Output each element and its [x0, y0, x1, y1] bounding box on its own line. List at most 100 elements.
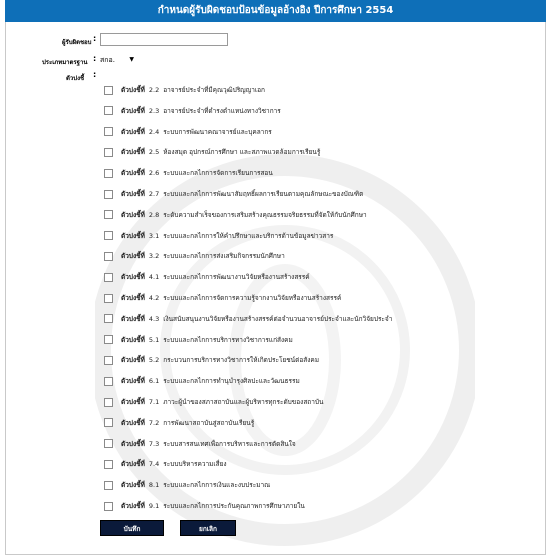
- page-title: กำหนดผู้รับผิดชอบป้อนข้อมูลอ้างอิง ปีการ…: [5, 0, 546, 22]
- indicator-code: 2.8: [148, 210, 160, 219]
- indicator-text: ระบบและกลไกการให้คำปรึกษาและบริการด้านข้…: [163, 231, 334, 240]
- indicator-prefix: ตัวบ่งชี้ที่: [121, 127, 145, 136]
- indicator-prefix: ตัวบ่งชี้ที่: [121, 106, 145, 115]
- indicator-checkbox[interactable]: [104, 293, 113, 303]
- indicator-row[interactable]: ตัวบ่งชี้ที่ 2.6 ระบบและกลไกการจัดการเรียน…: [104, 167, 273, 179]
- indicator-row[interactable]: ตัวบ่งชี้ที่ 7.1 ภาวะผู้นำของสภาสถาบันและผ…: [104, 396, 323, 408]
- indicator-text: ระบบและกลไกการจัดการเรียนการสอน: [163, 169, 273, 178]
- indicator-text: ห้องสมุด อุปกรณ์การศึกษา และสภาพแวดล้อมก…: [163, 148, 321, 157]
- indicator-code: 6.1: [148, 377, 160, 386]
- indicator-checkbox[interactable]: [104, 251, 113, 261]
- standard-colon: :: [93, 54, 97, 63]
- indicator-checkbox[interactable]: [104, 272, 113, 282]
- indicator-checkbox[interactable]: [104, 85, 113, 95]
- indicator-prefix: ตัวบ่งชี้ที่: [121, 86, 145, 94]
- indicator-checkbox[interactable]: [104, 376, 113, 386]
- indicator-checkbox[interactable]: [104, 231, 113, 241]
- indicator-checkbox[interactable]: [104, 106, 113, 116]
- save-button[interactable]: บันทึก: [100, 520, 164, 536]
- indicator-text: ระบบและกลไกการจัดการความรู้จากงานวิจัยหร…: [163, 294, 342, 302]
- indicator-code: 2.3: [148, 106, 160, 115]
- indicator-row[interactable]: ตัวบ่งชี้ที่ 8.1 ระบบและกลไกการเงินและงบปร…: [104, 479, 270, 491]
- indicator-text: ระบบและกลไกการเงินและงบประมาณ: [163, 481, 271, 490]
- user-colon: :: [93, 34, 97, 43]
- indicator-row[interactable]: ตัวบ่งชี้ที่ 2.3 อาจารย์ประจำที่ดำรงตำแหน่…: [104, 105, 281, 117]
- standard-select[interactable]: สกอ. ▼: [100, 54, 134, 66]
- indicator-code: 7.2: [148, 418, 160, 427]
- indicator-label: ตัวบ่งชี้ที่ 4.1 ระบบและกลไกการพัฒนางานวิจ…: [121, 272, 310, 282]
- indicator-code: 4.2: [148, 294, 160, 302]
- cancel-button[interactable]: ยกเลิก: [180, 520, 236, 536]
- indicator-prefix: ตัวบ่งชี้ที่: [121, 294, 145, 302]
- indicator-checkbox[interactable]: [104, 397, 113, 407]
- indicator-checkbox[interactable]: [104, 459, 113, 469]
- indicator-label: ตัวบ่งชี้ที่ 8.1 ระบบและกลไกการเงินและงบปร…: [121, 480, 270, 490]
- indicator-row[interactable]: ตัวบ่งชี้ที่ 6.1 ระบบและกลไกการทำนุบำรุงศิ…: [104, 375, 300, 387]
- indicator-text: อาจารย์ประจำที่ดำรงตำแหน่งทางวิชาการ: [163, 106, 281, 115]
- indicator-label: ตัวบ่งชี้ที่ 5.2 กระบวนการบริการทางวิชาการ…: [121, 355, 319, 365]
- indicator-text: ระบบและกลไกการพัฒนาสัมฤทธิ์ผลการเรียนตาม…: [163, 190, 364, 198]
- indicator-text: ระบบและกลไกการบริการทางวิชาการแก่สังคม: [163, 335, 293, 344]
- standard-label: ประเภทมาตรฐาน: [42, 59, 88, 66]
- indicator-row[interactable]: ตัวบ่งชี้ที่ 4.1 ระบบและกลไกการพัฒนางานวิจ…: [104, 271, 310, 283]
- indicator-checkbox[interactable]: [104, 335, 113, 345]
- indicator-code: 4.1: [148, 273, 160, 282]
- indicator-row[interactable]: ตัวบ่งชี้ที่ 7.2 การพัฒนาสถาบันสู่สถาบันเร…: [104, 417, 254, 429]
- indicator-checkbox[interactable]: [104, 314, 113, 324]
- indicator-prefix: ตัวบ่งชี้ที่: [121, 314, 145, 323]
- indicator-checkbox[interactable]: [104, 501, 113, 511]
- indicator-row[interactable]: ตัวบ่งชี้ที่ 4.3 เงินสนับสนุนงานวิจัยหรือง…: [104, 313, 392, 325]
- indicator-prefix: ตัวบ่งชี้ที่: [121, 190, 145, 198]
- indicator-text: ภาวะผู้นำของสภาสถาบันและผู้บริหารทุกระดั…: [163, 398, 324, 406]
- indicator-code: 7.4: [148, 460, 160, 469]
- indicator-row[interactable]: ตัวบ่งชี้ที่ 3.2 ระบบและกลไกการส่งเสริมกิจ…: [104, 250, 285, 262]
- indicator-row[interactable]: ตัวบ่งชี้ที่ 9.1 ระบบและกลไกการประกันคุณภา…: [104, 500, 305, 512]
- indicator-text: กระบวนการบริการทางวิชาการให้เกิดประโยชน์…: [163, 356, 320, 365]
- indicator-row[interactable]: ตัวบ่งชี้ที่ 7.4 ระบบบริหารความเสี่ยง: [104, 458, 227, 470]
- indicator-row[interactable]: ตัวบ่งชี้ที่ 2.5 ห้องสมุด อุปกรณ์การศึกษา …: [104, 146, 320, 158]
- indicator-label: ตัวบ่งชี้ที่ 2.4 ระบบการพัฒนาคณาจารย์และบุ…: [121, 127, 272, 137]
- indicator-label: ตัวบ่งชี้ที่ 2.6 ระบบและกลไกการจัดการเรียน…: [121, 168, 273, 178]
- indicator-prefix: ตัวบ่งชี้ที่: [121, 398, 145, 406]
- indicator-prefix: ตัวบ่งชี้ที่: [121, 377, 145, 386]
- user-label: ผู้รับผิดชอบ: [62, 39, 92, 46]
- indicator-checkbox[interactable]: [104, 355, 113, 365]
- indicator-label: ตัวบ่งชี้ที่ 7.2 การพัฒนาสถาบันสู่สถาบันเร…: [121, 418, 254, 428]
- indicator-code: 2.2: [148, 86, 160, 94]
- indicator-row[interactable]: ตัวบ่งชี้ที่ 2.2 อาจารย์ประจำที่มีคุณวุฒิป…: [104, 84, 265, 96]
- indicator-label: ตัวบ่งชี้ที่ 9.1 ระบบและกลไกการประกันคุณภา…: [121, 501, 305, 511]
- indicator-row[interactable]: ตัวบ่งชี้ที่ 7.3 ระบบสารสนเทศเพื่อการบริหา…: [104, 438, 296, 450]
- indicator-code: 3.1: [148, 231, 160, 240]
- indicator-prefix: ตัวบ่งชี้ที่: [121, 439, 145, 448]
- indicator-row[interactable]: ตัวบ่งชี้ที่ 2.8 ระดับความสำเร็จของการเสริ…: [104, 209, 367, 221]
- indicator-prefix: ตัวบ่งชี้ที่: [121, 210, 145, 219]
- indicator-text: การพัฒนาสถาบันสู่สถาบันเรียนรู้: [163, 418, 255, 427]
- indicator-code: 9.1: [148, 502, 160, 510]
- indicator-row[interactable]: ตัวบ่งชี้ที่ 5.2 กระบวนการบริการทางวิชาการ…: [104, 354, 319, 366]
- indicator-text: ระบบการพัฒนาคณาจารย์และบุคลากร: [163, 127, 272, 136]
- indicator-row[interactable]: ตัวบ่งชี้ที่ 5.1 ระบบและกลไกการบริการทางวิ…: [104, 334, 293, 346]
- indicator-checkbox[interactable]: [104, 418, 113, 428]
- indicator-text: ระบบบริหารความเสี่ยง: [163, 460, 227, 469]
- indicator-label: ตัวบ่งชี้ที่ 3.2 ระบบและกลไกการส่งเสริมกิจ…: [121, 251, 285, 261]
- indicator-checkbox[interactable]: [104, 210, 113, 220]
- indicator-row[interactable]: ตัวบ่งชี้ที่ 2.7 ระบบและกลไกการพัฒนาสัมฤทธ…: [104, 188, 363, 200]
- indicator-checkbox[interactable]: [104, 480, 113, 490]
- indicator-label: ตัวบ่งชี้ที่ 4.3 เงินสนับสนุนงานวิจัยหรือง…: [121, 314, 392, 324]
- indicator-text: ระบบสารสนเทศเพื่อการบริหารและการตัดสินใจ: [163, 439, 296, 448]
- indicator-code: 2.7: [148, 190, 160, 198]
- indicator-checkbox[interactable]: [104, 168, 113, 178]
- indicator-row[interactable]: ตัวบ่งชี้ที่ 4.2 ระบบและกลไกการจัดการความร…: [104, 292, 341, 304]
- indicator-label: ตัวบ่งชี้ที่ 7.3 ระบบสารสนเทศเพื่อการบริหา…: [121, 439, 296, 449]
- indicator-text: เงินสนับสนุนงานวิจัยหรืองานสร้างสรรค์ต่อ…: [163, 314, 393, 323]
- indicator-row[interactable]: ตัวบ่งชี้ที่ 2.4 ระบบการพัฒนาคณาจารย์และบุ…: [104, 126, 272, 138]
- indicator-code: 2.6: [148, 169, 160, 178]
- indicator-label: ตัวบ่งชี้ที่ 7.1 ภาวะผู้นำของสภาสถาบันและผ…: [121, 397, 323, 407]
- indicator-checkbox[interactable]: [104, 147, 113, 157]
- user-input[interactable]: [100, 33, 228, 46]
- indicator-checkbox[interactable]: [104, 439, 113, 449]
- indicator-prefix: ตัวบ่งชี้ที่: [121, 356, 145, 365]
- indicator-row[interactable]: ตัวบ่งชี้ที่ 3.1 ระบบและกลไกการให้คำปรึกษา…: [104, 230, 333, 242]
- indicator-checkbox[interactable]: [104, 189, 113, 199]
- indicator-checkbox[interactable]: [104, 127, 113, 137]
